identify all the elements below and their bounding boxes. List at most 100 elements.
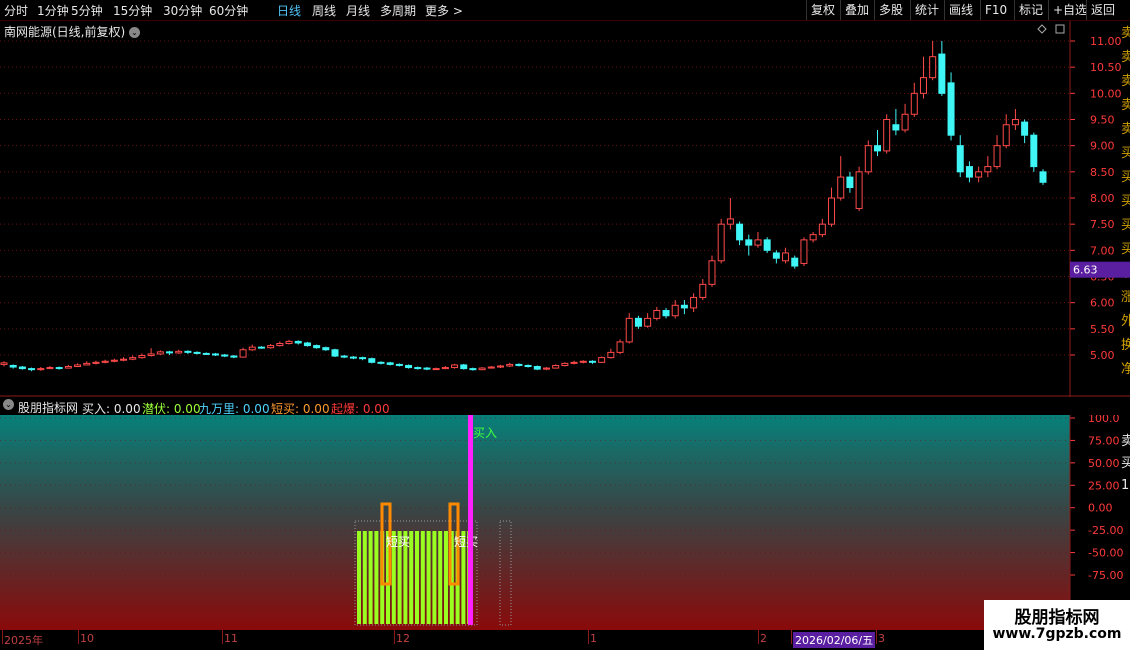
period-tab-2[interactable]: 5分钟 (71, 2, 103, 19)
candle-body (487, 366, 495, 369)
candle-body (542, 367, 550, 370)
candle-body (478, 367, 486, 371)
y-tick-label: 7.00 (1090, 244, 1115, 257)
ind-strip-top: 目 (1121, 415, 1130, 417)
candle-body (129, 357, 137, 360)
chevron-down-icon[interactable]: ⌄ (129, 27, 141, 38)
candle-body (671, 304, 679, 317)
toolbar-button-6[interactable]: 标记 (1014, 0, 1047, 20)
candle-body (754, 239, 762, 246)
candle-body (938, 53, 946, 94)
candle-body (736, 223, 744, 241)
candle-body (1021, 121, 1029, 136)
quote-strip-char: 买 (1121, 194, 1130, 209)
candle-body (405, 364, 413, 369)
candle-body (120, 358, 128, 361)
candle-body (846, 176, 854, 189)
date-tick (876, 630, 877, 644)
diamond-icon[interactable] (1037, 24, 1047, 34)
candle-body (579, 360, 587, 363)
candle-body (110, 359, 118, 362)
ind-tick-label: 0.00 (1088, 502, 1113, 515)
period-tab-3[interactable]: 15分钟 (113, 2, 152, 19)
period-tab-10[interactable]: 更多 > (425, 2, 463, 19)
candle-body (947, 82, 955, 136)
period-tab-4[interactable]: 30分钟 (163, 2, 202, 19)
candle-body (37, 368, 45, 371)
candle-body (901, 113, 909, 131)
candle-body (18, 366, 26, 370)
short-buy-label: 短买 (454, 535, 478, 549)
candle-body (423, 367, 431, 370)
candle-body (497, 365, 505, 368)
candle-body (313, 345, 321, 349)
candle-body (359, 357, 367, 360)
candle-body (975, 171, 983, 178)
quote-strip-char: 买 (1121, 242, 1130, 257)
candle-body (276, 342, 284, 347)
quote-strip-char: 卖 (1121, 50, 1130, 65)
candle-body (782, 252, 790, 262)
candle-body (147, 353, 155, 357)
toolbar-button-2[interactable]: 多股 (874, 0, 907, 20)
candle-body (809, 234, 817, 241)
toolbar-button-5[interactable]: F10 (980, 0, 1011, 20)
period-tab-0[interactable]: 分时 (4, 2, 28, 19)
candle-body (588, 360, 596, 363)
date-tick (78, 630, 79, 644)
candle-body (469, 368, 477, 371)
y-tick-label: 6.00 (1090, 297, 1115, 310)
candle-body (0, 362, 8, 365)
y-tick-label: 10.00 (1090, 87, 1122, 100)
candle-body (965, 166, 973, 178)
y-tick-label: 10.50 (1090, 61, 1122, 74)
candle-body (46, 367, 54, 370)
date-tick (2, 630, 3, 644)
quote-strip-char: 卖 (1121, 122, 1130, 137)
candle-body (55, 367, 63, 370)
ind-tick-label: -50.00 (1088, 547, 1123, 560)
candle-body (552, 364, 560, 369)
toolbar-button-7[interactable]: +自选 (1048, 0, 1091, 20)
candle-body (432, 368, 440, 371)
y-tick-label: 5.50 (1090, 323, 1115, 336)
period-tab-7[interactable]: 周线 (312, 2, 336, 19)
candle-body (1011, 119, 1019, 126)
y-tick-label: 8.50 (1090, 166, 1115, 179)
candle-body (28, 368, 36, 371)
candle-body (395, 363, 403, 366)
square-icon[interactable] (1055, 24, 1065, 34)
indicator-chart[interactable]: 100.0 75.00 50.00 25.00 0.00 -25.00 -50.00 -75.… (0, 415, 1130, 630)
candle-body (984, 166, 992, 173)
toolbar-button-4[interactable]: 画线 (944, 0, 977, 20)
candle-body (717, 223, 725, 262)
candle-body (800, 239, 808, 264)
period-tab-8[interactable]: 月线 (346, 2, 370, 19)
candle-body (221, 354, 229, 357)
candlestick-chart[interactable]: 11.00 10.50 10.00 9.50 9.00 8.50 8.00 7.50 7.00 6… (0, 21, 1130, 397)
candle-body (726, 218, 734, 225)
y-tick-label: 9.00 (1090, 140, 1115, 153)
quote-strip-char: 外 (1121, 314, 1130, 329)
quote-strip-char: 买 (1121, 170, 1130, 185)
period-tab-9[interactable]: 多周期 (380, 2, 416, 19)
period-tab-5[interactable]: 60分钟 (209, 2, 248, 19)
candle-body (910, 92, 918, 115)
toolbar-button-3[interactable]: 统计 (910, 0, 943, 20)
candle-body (1039, 171, 1047, 183)
period-tab-6[interactable]: 日线 (277, 2, 301, 19)
candle-body (460, 364, 468, 370)
candle-body (451, 364, 459, 369)
toolbar-button-0[interactable]: 复权 (806, 0, 839, 20)
toolbar-button-8[interactable]: 返回 (1086, 0, 1119, 20)
candle-body (873, 145, 881, 152)
ind-tick-label: 100.0 (1088, 415, 1120, 425)
candle-body (892, 124, 900, 131)
toolbar-button-1[interactable]: 叠加 (840, 0, 873, 20)
candle-body (506, 363, 514, 367)
ind-tick-label: 50.00 (1088, 457, 1120, 470)
quote-strip-char: 买 (1121, 218, 1130, 233)
date-label-0: 2025年 (4, 634, 43, 647)
period-tab-1[interactable]: 1分钟 (37, 2, 69, 19)
candle-body (294, 340, 302, 344)
